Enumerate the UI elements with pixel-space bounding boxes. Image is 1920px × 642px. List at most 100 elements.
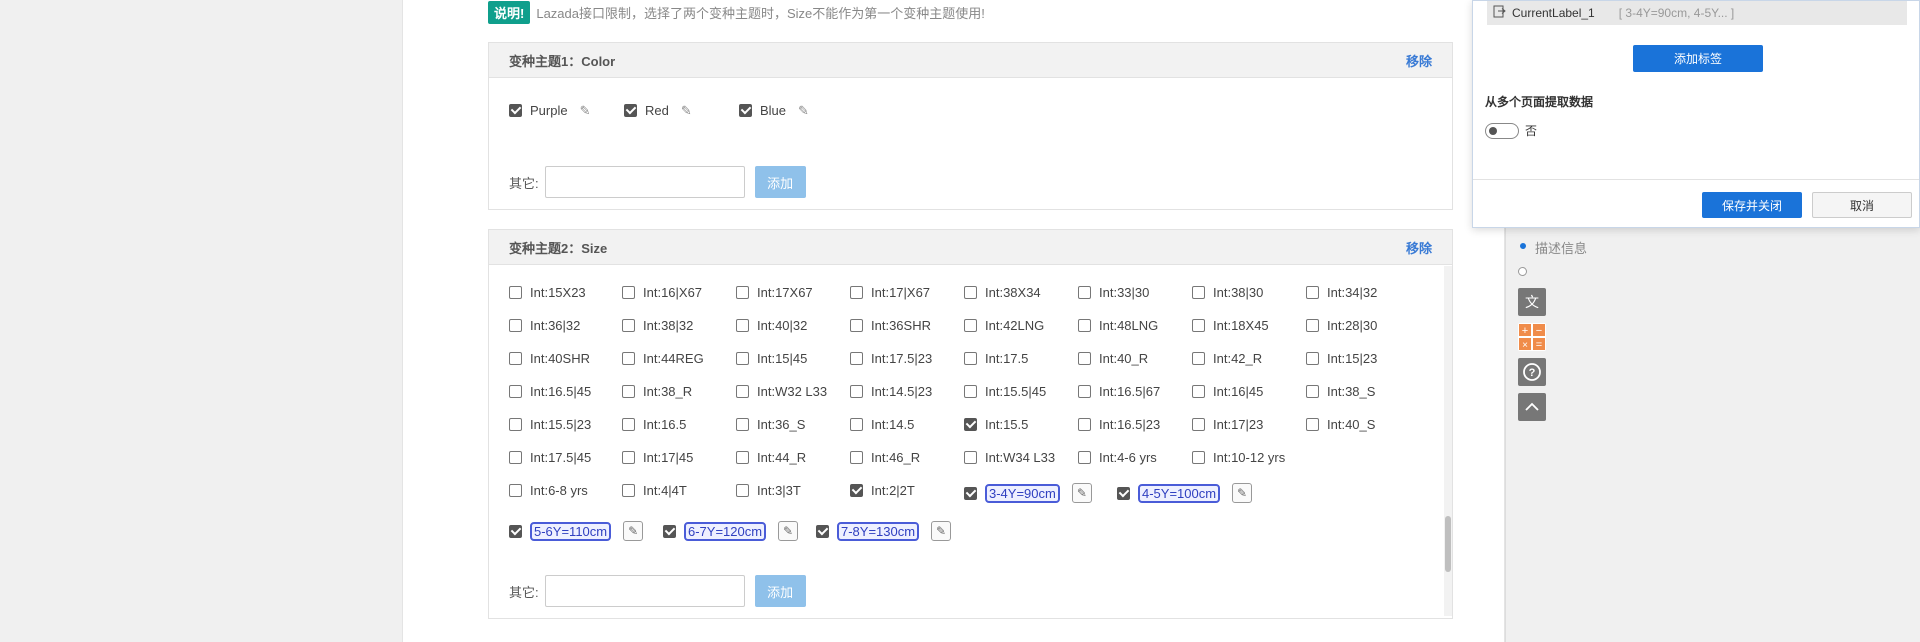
checkbox[interactable] [736,385,749,398]
checkbox[interactable] [1306,286,1319,299]
checkbox[interactable] [736,418,749,431]
checkbox[interactable] [736,286,749,299]
size-option[interactable]: Int:38_R [622,384,692,399]
checkbox[interactable] [622,286,635,299]
size-option[interactable]: Int:15.5|45 [964,384,1046,399]
size-option[interactable]: Int:15.5 [964,417,1028,432]
checkbox[interactable] [624,104,637,117]
size-option[interactable]: Int:15.5|23 [509,417,591,432]
checkbox[interactable] [509,286,522,299]
size-option[interactable]: 7-8Y=130cm ✎ [816,521,952,541]
size-option[interactable]: Int:17.5|45 [509,450,591,465]
checkbox[interactable] [736,352,749,365]
pencil-icon[interactable]: ✎ [1232,483,1253,503]
checkbox[interactable] [1078,385,1091,398]
size-option[interactable]: Int:14.5 [850,417,914,432]
size-option[interactable]: Int:W34 L33 [964,450,1055,465]
checkbox[interactable] [964,385,977,398]
size-edit-field[interactable]: 3-4Y=90cm [985,483,1060,503]
theme-1-remove-button[interactable]: 移除 [1406,51,1432,70]
help-icon[interactable]: ? [1518,358,1546,386]
checkbox[interactable] [509,418,522,431]
checkbox[interactable] [1078,286,1091,299]
size-option[interactable]: Int:16.5 [622,417,686,432]
size-option[interactable]: Int:38X34 [964,285,1041,300]
checkbox[interactable] [1078,319,1091,332]
size-option[interactable]: Int:15|23 [1306,351,1377,366]
theme-1-add-button[interactable]: 添加 [754,166,806,198]
size-option[interactable]: Int:36|32 [509,318,580,333]
checkbox[interactable] [964,486,977,500]
checkbox[interactable] [964,418,977,431]
size-option[interactable]: 4-5Y=100cm ✎ [1117,483,1253,503]
checkbox[interactable] [1117,486,1130,500]
checkbox[interactable] [509,451,522,464]
size-option[interactable]: Int:16.5|45 [509,384,591,399]
checkbox[interactable] [1306,319,1319,332]
size-option[interactable]: Int:2|2T [850,483,915,498]
size-option[interactable]: Int:18X45 [1192,318,1269,333]
size-option[interactable]: Int:16|45 [1192,384,1263,399]
size-option[interactable]: Int:38_S [1306,384,1375,399]
size-option[interactable]: Int:40_S [1306,417,1375,432]
checkbox[interactable] [850,451,863,464]
size-option[interactable]: Int:4|4T [622,483,687,498]
cancel-button[interactable]: 取消 [1812,192,1912,218]
checkbox[interactable] [736,319,749,332]
theme-2-other-input[interactable] [544,575,745,607]
size-option[interactable]: 3-4Y=90cm ✎ [964,483,1092,503]
checkbox[interactable] [622,385,635,398]
size-edit-field[interactable]: 5-6Y=110cm [530,521,612,541]
size-option[interactable]: Int:17.5|23 [850,351,932,366]
checkbox[interactable] [1306,385,1319,398]
theme-1-other-input[interactable] [544,166,745,198]
color-option-2[interactable]: Blue ✎ [739,103,812,118]
checkbox[interactable] [1078,418,1091,431]
pencil-icon[interactable]: ✎ [580,103,594,118]
checkbox[interactable] [739,104,752,117]
checkbox[interactable] [1192,286,1205,299]
checkbox[interactable] [622,319,635,332]
checkbox[interactable] [1192,418,1205,431]
size-option[interactable]: Int:17|45 [622,450,693,465]
size-option[interactable]: Int:34|32 [1306,285,1377,300]
size-option[interactable]: Int:17|X67 [850,285,930,300]
theme-2-scrollbar[interactable] [1444,266,1452,616]
scrollbar-thumb[interactable] [1445,516,1451,572]
calculator-icon[interactable]: + − × = [1518,323,1546,351]
checkbox[interactable] [509,352,522,365]
size-option[interactable]: Int:W32 L33 [736,384,827,399]
size-option[interactable]: Int:40_R [1078,351,1148,366]
size-option[interactable]: Int:10-12 yrs [1192,450,1285,465]
checkbox[interactable] [964,319,977,332]
size-option[interactable]: Int:44_R [736,450,806,465]
step-label[interactable]: 描述信息 [1535,238,1587,257]
size-option[interactable]: 6-7Y=120cm ✎ [663,521,799,541]
size-option[interactable]: Int:38|32 [622,318,693,333]
checkbox[interactable] [1192,385,1205,398]
size-option[interactable]: Int:48LNG [1078,318,1158,333]
size-option[interactable]: Int:3|3T [736,483,801,498]
checkbox[interactable] [850,319,863,332]
checkbox[interactable] [964,286,977,299]
size-option[interactable]: Int:36_S [736,417,805,432]
checkbox[interactable] [736,484,749,497]
size-option[interactable]: Int:15X23 [509,285,586,300]
checkbox[interactable] [1078,352,1091,365]
current-label-row[interactable]: CurrentLabel_1 [ 3-4Y=90cm, 4-5Y... ] [1487,1,1907,25]
pencil-icon[interactable]: ✎ [681,103,695,118]
size-option[interactable]: Int:16.5|23 [1078,417,1160,432]
checkbox[interactable] [850,352,863,365]
size-option[interactable]: Int:6-8 yrs [509,483,588,498]
checkbox[interactable] [509,484,522,497]
size-edit-field[interactable]: 4-5Y=100cm [1138,483,1221,503]
size-option[interactable]: Int:40|32 [736,318,807,333]
pencil-icon[interactable]: ✎ [778,521,799,541]
size-option[interactable]: Int:16|X67 [622,285,702,300]
checkbox[interactable] [850,286,863,299]
color-option-0[interactable]: Purple ✎ [509,103,594,118]
checkbox[interactable] [663,524,676,538]
checkbox[interactable] [509,319,522,332]
checkbox[interactable] [964,352,977,365]
size-option[interactable]: Int:4-6 yrs [1078,450,1157,465]
